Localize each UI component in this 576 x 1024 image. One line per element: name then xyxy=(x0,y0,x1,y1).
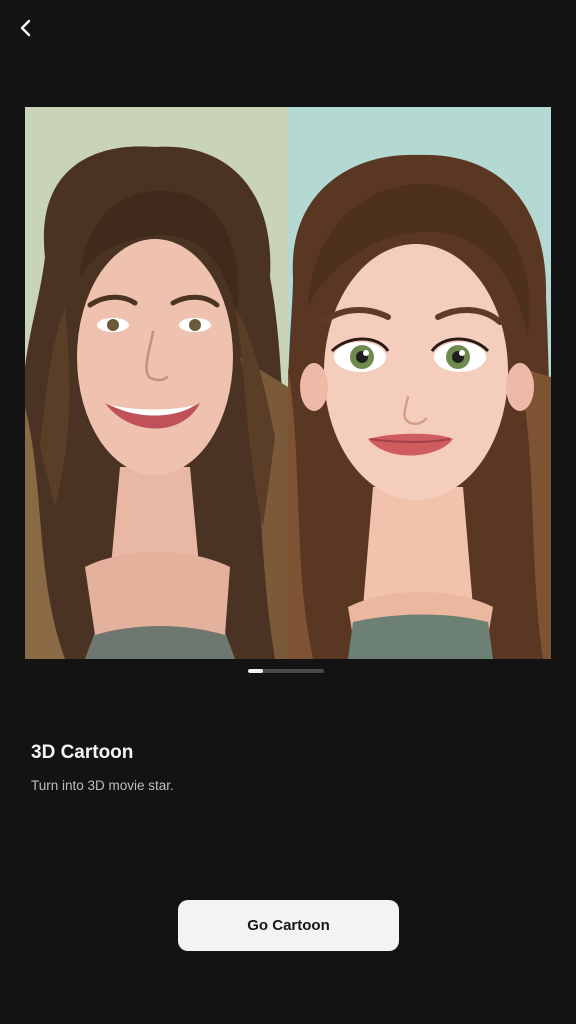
feature-title: 3D Cartoon xyxy=(31,742,134,763)
screen: 3D Cartoon Turn into 3D movie star. Go C… xyxy=(0,0,576,1024)
pager-indicator xyxy=(248,669,324,673)
original-photo xyxy=(25,107,288,659)
chevron-left-icon xyxy=(20,19,31,37)
before-after-preview[interactable] xyxy=(25,107,551,659)
pager-active-segment xyxy=(248,669,264,673)
feature-description: Turn into 3D movie star. xyxy=(31,778,174,793)
go-cartoon-button[interactable]: Go Cartoon xyxy=(178,900,399,951)
cartoon-result xyxy=(288,107,551,659)
back-button[interactable] xyxy=(10,12,42,44)
